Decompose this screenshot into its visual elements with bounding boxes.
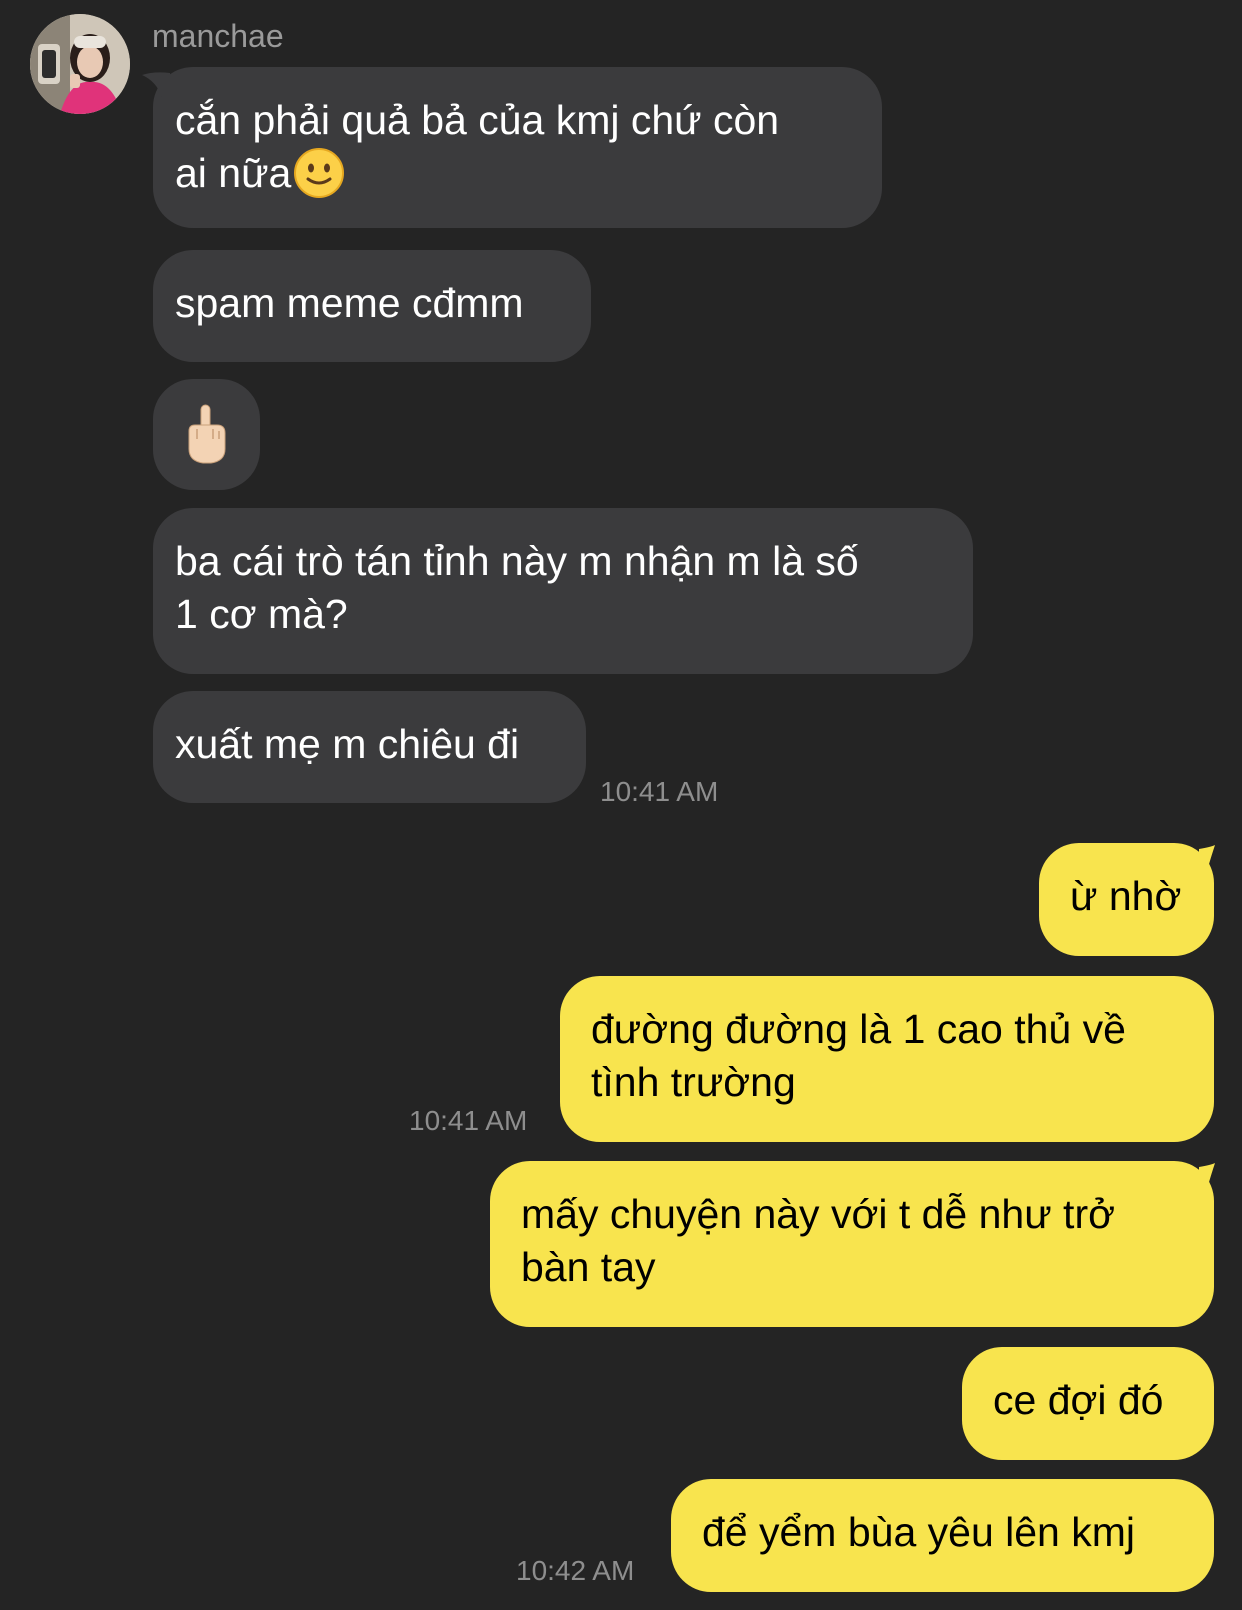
message-text: ai nữa bbox=[175, 150, 292, 196]
message-text-line-1: mấy chuyện này với t dễ như trở bbox=[521, 1191, 1115, 1237]
incoming-message-1[interactable]: cắn phải quả bả của kmj chứ còn ai nữa bbox=[153, 67, 882, 228]
message-text-line-2: 1 cơ mà? bbox=[175, 591, 348, 637]
message-text-line-2: bàn tay bbox=[521, 1244, 656, 1290]
outgoing-message-4[interactable]: ce đợi đó bbox=[962, 1347, 1214, 1460]
profile-photo-avatar bbox=[30, 14, 130, 114]
message-text: ừ nhờ bbox=[1070, 873, 1182, 919]
outgoing-message-2[interactable]: đường đường là 1 cao thủ về tình trường bbox=[560, 976, 1214, 1142]
message-text: để yểm bùa yêu lên kmj bbox=[702, 1509, 1136, 1555]
outgoing-message-1[interactable]: ừ nhờ bbox=[1039, 843, 1214, 956]
incoming-message-5[interactable]: xuất mẹ m chiêu đi bbox=[153, 691, 586, 803]
message-text-line-1: cắn phải quả bả của kmj chứ còn bbox=[175, 97, 780, 143]
sender-name: manchae bbox=[152, 18, 284, 54]
timestamp: 10:41 AM bbox=[409, 1105, 528, 1136]
incoming-message-4[interactable]: ba cái trò tán tỉnh này m nhận m là số 1… bbox=[153, 508, 973, 674]
middle-finger-emoji bbox=[188, 404, 226, 464]
timestamp: 10:41 AM bbox=[600, 776, 719, 807]
message-text: ce đợi đó bbox=[993, 1377, 1164, 1423]
outgoing-message-5[interactable]: để yểm bùa yêu lên kmj bbox=[671, 1479, 1214, 1592]
message-text-line-2: ai nữa bbox=[175, 147, 859, 200]
message-text-line-2: tình trường bbox=[591, 1059, 796, 1105]
incoming-message-3[interactable] bbox=[153, 379, 260, 490]
message-text-line-1: ba cái trò tán tỉnh này m nhận m là số bbox=[175, 538, 859, 584]
outgoing-message-3[interactable]: mấy chuyện này với t dễ như trở bàn tay bbox=[490, 1161, 1214, 1327]
message-text: spam meme cđmm bbox=[175, 280, 524, 326]
slightly-smiling-face-emoji bbox=[293, 147, 345, 199]
message-text: xuất mẹ m chiêu đi bbox=[175, 721, 520, 767]
timestamp: 10:42 AM bbox=[516, 1555, 635, 1586]
sender-avatar[interactable] bbox=[30, 14, 130, 114]
message-text-line-1: đường đường là 1 cao thủ về bbox=[591, 1006, 1126, 1052]
incoming-message-2[interactable]: spam meme cđmm bbox=[153, 250, 591, 362]
